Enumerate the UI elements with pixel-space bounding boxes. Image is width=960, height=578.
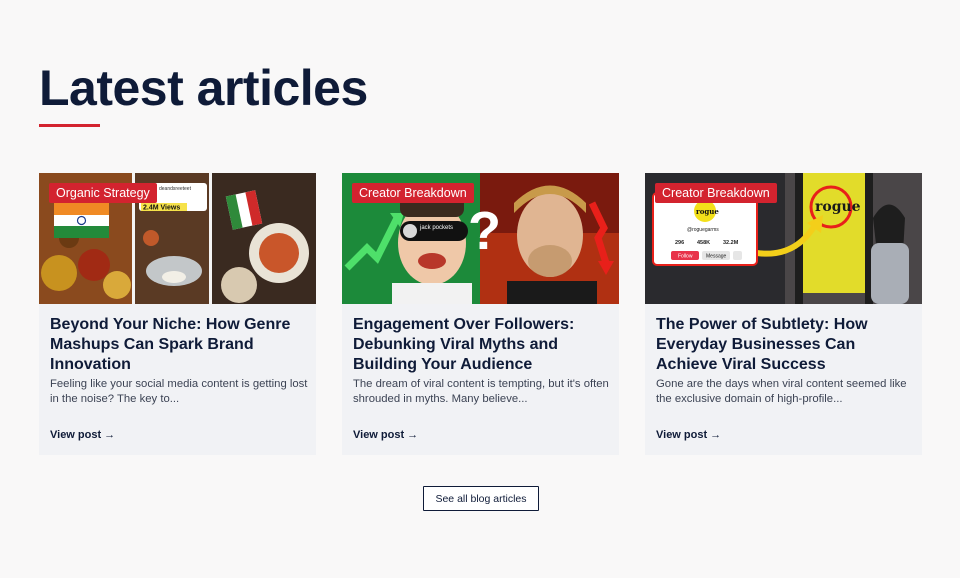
article-card[interactable]: rogue rogue @roguegarms 296 458K 32.2M F… — [645, 173, 922, 455]
svg-text:?: ? — [468, 201, 501, 261]
svg-text:2.4M Views: 2.4M Views — [143, 205, 180, 212]
view-post-link[interactable]: View post → — [656, 429, 721, 441]
view-post-label: View post — [353, 429, 405, 441]
article-card[interactable]: jack pockets ? Creator Breakdown Engagem… — [342, 173, 619, 455]
article-excerpt: The dream of viral content is tempting, … — [353, 378, 609, 405]
view-post-label: View post — [50, 429, 102, 441]
svg-text:296: 296 — [675, 240, 684, 246]
latest-articles-section: Latest articles 2.4M Views deandsreeteet — [0, 0, 960, 578]
svg-text:rogue: rogue — [696, 207, 719, 216]
svg-text:rogue: rogue — [815, 199, 861, 215]
see-all-blog-articles-button[interactable]: See all blog articles — [423, 486, 539, 511]
article-title[interactable]: Beyond Your Niche: How Genre Mashups Can… — [50, 315, 308, 375]
arrow-right-icon: → — [407, 429, 419, 441]
article-thumbnail[interactable]: jack pockets ? Creator Breakdown — [342, 173, 619, 304]
category-tag: Organic Strategy — [49, 183, 157, 203]
view-post-link[interactable]: View post → — [50, 429, 115, 441]
svg-text:deandsreeteet: deandsreeteet — [159, 186, 192, 192]
article-excerpt: Feeling like your social media content i… — [50, 378, 308, 405]
article-title[interactable]: The Power of Subtlety: How Everyday Busi… — [656, 315, 914, 375]
arrow-right-icon: → — [104, 429, 116, 441]
svg-text:Message: Message — [706, 254, 727, 260]
svg-text:Follow: Follow — [678, 254, 693, 260]
svg-text:@roguegarms: @roguegarms — [687, 227, 719, 233]
article-thumbnail[interactable]: rogue rogue @roguegarms 296 458K 32.2M F… — [645, 173, 922, 304]
article-excerpt: Gone are the days when viral content see… — [656, 378, 907, 405]
heading-underline — [39, 124, 100, 127]
view-post-link[interactable]: View post → — [353, 429, 418, 441]
article-thumbnail[interactable]: 2.4M Views deandsreeteet Organic Strateg… — [39, 173, 316, 304]
category-tag: Creator Breakdown — [655, 183, 777, 203]
svg-text:458K: 458K — [697, 240, 710, 246]
article-title[interactable]: Engagement Over Followers: Debunking Vir… — [353, 315, 611, 375]
view-post-label: View post — [656, 429, 708, 441]
article-card[interactable]: 2.4M Views deandsreeteet Organic Strateg… — [39, 173, 316, 455]
section-heading: Latest articles — [39, 60, 368, 116]
category-tag: Creator Breakdown — [352, 183, 474, 203]
arrow-right-icon: → — [710, 429, 722, 441]
svg-text:jack pockets: jack pockets — [419, 225, 453, 231]
svg-text:32.2M: 32.2M — [723, 240, 739, 246]
